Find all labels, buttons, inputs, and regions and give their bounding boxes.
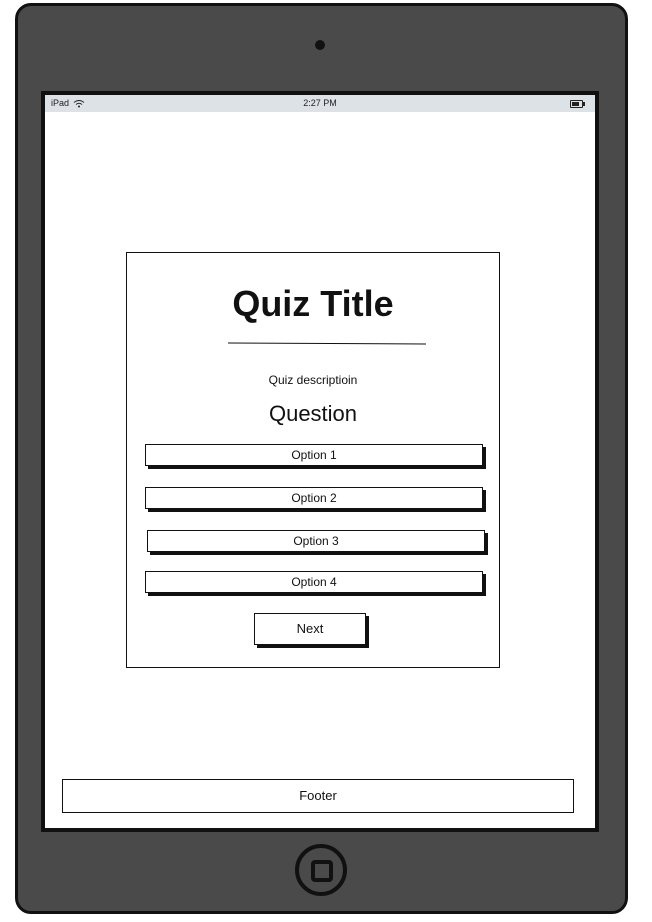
quiz-title: Quiz Title: [232, 283, 394, 324]
battery-icon: [570, 100, 585, 108]
quiz-card: Quiz Title Quiz descriptioin Question Op…: [126, 252, 500, 668]
option-1-button[interactable]: Option 1: [145, 444, 483, 466]
option-2-button[interactable]: Option 2: [145, 487, 483, 509]
question-heading: Question: [268, 401, 358, 426]
home-button[interactable]: [295, 844, 347, 896]
status-bar: iPad 2:27 PM: [45, 95, 595, 112]
camera-icon: [315, 40, 325, 50]
option-3-button[interactable]: Option 3: [147, 530, 485, 552]
footer: Footer: [62, 779, 574, 813]
option-4-button[interactable]: Option 4: [145, 571, 483, 593]
next-button[interactable]: Next: [254, 613, 366, 645]
title-divider: [227, 342, 427, 345]
quiz-description: Quiz descriptioin: [268, 373, 358, 387]
screen: iPad 2:27 PM Quiz Title Quiz descriptioi…: [41, 91, 599, 832]
home-button-icon: [311, 860, 333, 882]
status-time: 2:27 PM: [303, 98, 337, 108]
ipad-device-frame: iPad 2:27 PM Quiz Title Quiz descriptioi…: [15, 3, 628, 914]
